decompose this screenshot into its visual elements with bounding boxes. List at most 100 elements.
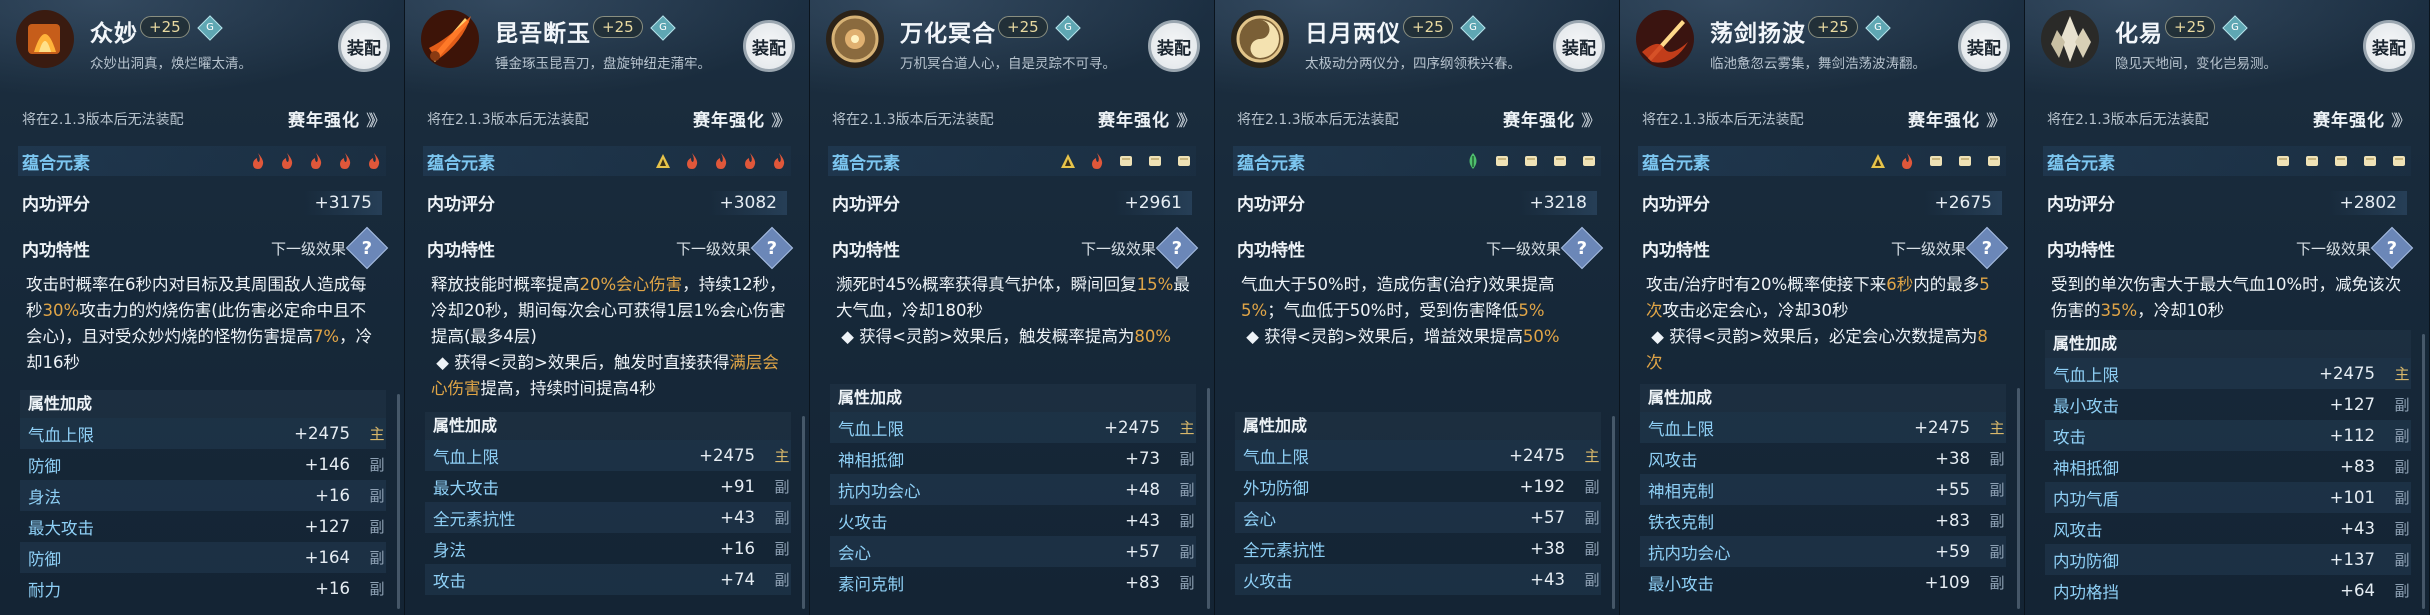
season-enhance-link[interactable]: 赛年强化 》》 (288, 106, 386, 132)
version-warning: 将在2.1.3版本后无法装配 (2047, 111, 2209, 128)
fire-element-icon (684, 152, 700, 170)
next-level-effect[interactable]: 下一级效果? (676, 226, 794, 270)
season-enhance-link[interactable]: 赛年强化 》》 (1503, 106, 1601, 132)
help-icon[interactable]: ? (1155, 226, 1199, 270)
level-badge: +25 (1403, 16, 1453, 38)
skill-panel: 万化冥合 +25 G 万机冥合道人心，自是灵踪不可寻。 装配 将在2.1.3版本后无法装配… (810, 0, 1215, 615)
fire-element-icon (1899, 152, 1915, 170)
element-icons (655, 152, 787, 170)
effect-segment: 释放技能时概率提高 (431, 275, 580, 294)
attribute-row: 素问克制 +83 副 (830, 567, 1196, 598)
scroll-element-icon (1957, 152, 1973, 170)
next-level-effect[interactable]: 下一级效果? (1891, 226, 2009, 270)
trait-row: 内功特性 下一级效果? (427, 226, 794, 270)
attribute-value: +127 (304, 517, 350, 536)
sub-attr-tag: 副 (1989, 481, 2005, 499)
attribute-rows: 气血上限 +2475 主防御 +146 副身法 +16 副最大攻击 +127 副防御 +164 副耐… (20, 418, 386, 604)
sub-attr-tag: 副 (2394, 489, 2410, 507)
attribute-name: 最大攻击 (28, 518, 94, 538)
sub-attr-tag: 副 (2394, 551, 2410, 569)
effect-highlight: 30% (42, 301, 80, 320)
sun-moon-disc-icon (1229, 8, 1291, 70)
scrollbar[interactable] (1612, 416, 1615, 609)
elements-label: 蕴合元素 (427, 153, 495, 174)
equip-button[interactable]: 装配 (338, 20, 390, 72)
score-label: 内功评分 (832, 195, 900, 215)
next-level-effect[interactable]: 下一级效果? (2296, 226, 2414, 270)
scrollbar[interactable] (802, 416, 805, 609)
attribute-header: 属性加成 (830, 384, 1196, 412)
scroll-element-icon (2362, 152, 2378, 170)
score-row: 内功评分 +3082 (427, 190, 787, 215)
fire-element-icon (742, 152, 758, 170)
help-icon[interactable]: ? (2370, 226, 2414, 270)
scroll-element-icon (2304, 152, 2320, 170)
score-row: 内功评分 +3218 (1237, 190, 1597, 215)
scroll-element-icon (1928, 152, 1944, 170)
element-icons (1060, 152, 1192, 170)
season-enhance-label: 赛年强化 (2312, 111, 2385, 131)
score-label: 内功评分 (1642, 195, 1710, 215)
sub-attr-tag: 副 (2394, 427, 2410, 445)
attribute-value: +2475 (1509, 446, 1565, 465)
version-warning: 将在2.1.3版本后无法装配 (1237, 111, 1399, 128)
attribute-name: 气血上限 (1243, 447, 1309, 467)
scrollbar[interactable] (2422, 334, 2425, 609)
panel-header: 日月两仪 +25 G 太极动分两仪分，四序纲领秩兴春。 装配 (1215, 0, 1619, 92)
trait-label: 内功特性 (22, 240, 90, 261)
elements-row: 蕴合元素 (828, 146, 1196, 176)
attribute-row: 攻击 +112 副 (2045, 420, 2411, 451)
attribute-value: +164 (304, 548, 350, 567)
skill-description: 临池惫忽云雾集，舞剑浩荡波涛翻。 (1710, 56, 1926, 72)
trait-label: 内功特性 (832, 240, 900, 261)
attribute-row: 风攻击 +38 副 (1640, 443, 2006, 474)
attribute-row: 耐力 +16 副 (20, 573, 386, 604)
season-enhance-link[interactable]: 赛年强化 》》 (1908, 106, 2006, 132)
gem-glyph: G (1874, 22, 1882, 33)
gem-glyph: G (2231, 22, 2239, 33)
help-icon[interactable]: ? (345, 226, 389, 270)
scroll-element-icon (2333, 152, 2349, 170)
attribute-row: 最大攻击 +127 副 (20, 511, 386, 542)
help-glyph: ? (361, 237, 373, 259)
help-icon[interactable]: ? (1965, 226, 2009, 270)
element-icons (1465, 152, 1597, 170)
gem-glyph: G (1064, 22, 1072, 33)
equip-button[interactable]: 装配 (743, 20, 795, 72)
flaming-sword-icon (419, 8, 481, 70)
sub-attr-tag: 副 (369, 487, 385, 505)
next-level-effect[interactable]: 下一级效果? (1081, 226, 1199, 270)
next-level-effect[interactable]: 下一级效果? (271, 226, 389, 270)
next-level-effect[interactable]: 下一级效果? (1486, 226, 1604, 270)
season-enhance-link[interactable]: 赛年强化 》》 (1097, 106, 1196, 132)
season-enhance-link[interactable]: 赛年强化 》》 (2312, 106, 2411, 132)
equip-button[interactable]: 装配 (1148, 20, 1200, 72)
scrollbar[interactable] (397, 394, 400, 609)
main-attr-tag: 主 (2394, 365, 2410, 383)
equip-button[interactable]: 装配 (1553, 20, 1605, 72)
scrollbar[interactable] (2017, 388, 2020, 609)
attribute-header: 属性加成 (2045, 330, 2411, 358)
attribute-row: 全元素抗性 +43 副 (425, 502, 791, 533)
attribute-rows: 气血上限 +2475 主外功防御 +192 副会心 +57 副全元素抗性 +38 副火攻击 +43… (1235, 440, 1601, 595)
equip-button[interactable]: 装配 (2363, 20, 2415, 72)
season-enhance-link[interactable]: 赛年强化 》》 (693, 106, 791, 132)
earth-element-icon (1870, 152, 1886, 170)
attribute-list: 属性加成 气血上限 +2475 主最大攻击 +91 副全元素抗性 +43 副身法 +16 副攻击 +… (425, 412, 791, 595)
effect-text: 受到的单次伤害大于最大气血10%时，减免该次伤害的35%，冷却10秒 (2051, 272, 2407, 324)
gem-glyph: G (659, 22, 667, 33)
attribute-value: +57 (1125, 542, 1160, 561)
elements-label: 蕴合元素 (1642, 153, 1710, 174)
skill-title: 昆吾断玉 (495, 21, 591, 47)
season-enhance-label: 赛年强化 (1097, 111, 1170, 131)
equip-button[interactable]: 装配 (1958, 20, 2010, 72)
effect-highlight: 6秒 (1886, 275, 1914, 294)
help-icon[interactable]: ? (1560, 226, 1604, 270)
scrollbar[interactable] (1207, 388, 1210, 609)
attribute-name: 内功格挡 (2053, 582, 2119, 602)
version-warning-row: 将在2.1.3版本后无法装配 赛年强化 》》 (22, 106, 386, 132)
version-warning: 将在2.1.3版本后无法装配 (832, 111, 994, 128)
help-icon[interactable]: ? (750, 226, 794, 270)
scroll-element-icon (1494, 152, 1510, 170)
attribute-row: 防御 +164 副 (20, 542, 386, 573)
